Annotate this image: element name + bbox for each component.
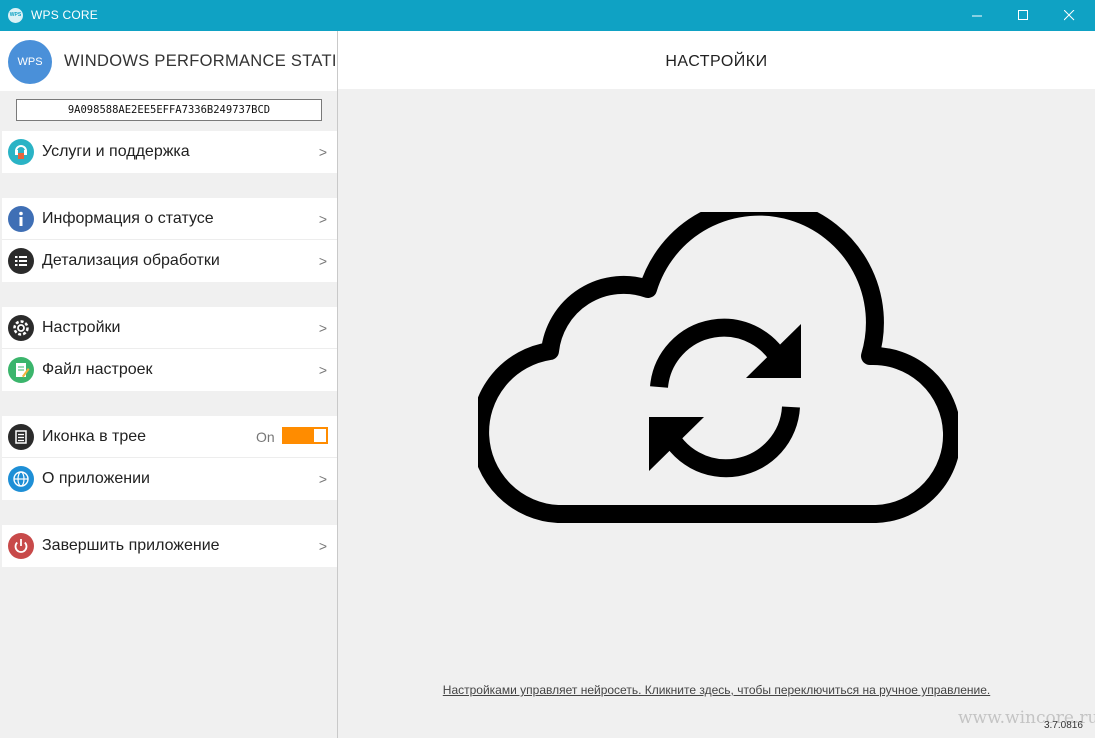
sidebar: WPS WINDOWS PERFORMANCE STATION 9A098588…: [0, 31, 362, 738]
toggle-state-label: On: [256, 429, 275, 445]
menu-group-support: Услуги и поддержка >: [2, 131, 337, 173]
chevron-right-icon: >: [318, 320, 327, 336]
brand-header: WPS WINDOWS PERFORMANCE STATION: [0, 31, 362, 91]
sidebar-item-settings[interactable]: Настройки >: [2, 307, 337, 349]
menu-group-app: Иконка в трее On О приложении >: [2, 416, 337, 500]
sidebar-item-processing-details[interactable]: Детализация обработки >: [2, 240, 337, 282]
chevron-right-icon: >: [318, 144, 327, 160]
globe-icon: [8, 466, 34, 492]
sidebar-item-status-info[interactable]: Информация о статусе >: [2, 198, 337, 240]
info-icon: [8, 206, 34, 232]
menu-group-settings: Настройки > Файл настроек >: [2, 307, 337, 391]
list-icon: [8, 248, 34, 274]
sidebar-item-label: Детализация обработки: [42, 252, 220, 269]
minimize-button[interactable]: [954, 0, 1000, 31]
menu-group-exit: Завершить приложение >: [2, 525, 337, 567]
sidebar-item-label: Завершить приложение: [42, 537, 220, 554]
sidebar-item-label: Информация о статусе: [42, 210, 214, 227]
sidebar-divider: [337, 31, 338, 738]
menu-group-status: Информация о статусе > Детализация обраб…: [2, 198, 337, 282]
chevron-right-icon: >: [318, 253, 327, 269]
chevron-right-icon: >: [318, 362, 327, 378]
sidebar-item-label: Настройки: [42, 319, 121, 336]
sidebar-item-tray-icon: Иконка в трее On: [2, 416, 337, 458]
version-label: 3.7.0816: [1044, 720, 1083, 731]
brand-name: WINDOWS PERFORMANCE STATION: [64, 52, 363, 70]
toggle-knob: [314, 429, 326, 442]
sidebar-item-exit[interactable]: Завершить приложение >: [2, 525, 337, 567]
page-title: НАСТРОЙКИ: [665, 53, 768, 70]
maximize-icon: [1018, 10, 1028, 20]
manual-control-link[interactable]: Настройками управляет нейросеть. Кликнит…: [338, 683, 1095, 697]
sidebar-item-settings-file[interactable]: Файл настроек >: [2, 349, 337, 391]
chevron-right-icon: >: [318, 211, 327, 227]
close-button[interactable]: [1046, 0, 1092, 31]
content-header: НАСТРОЙКИ: [338, 31, 1095, 89]
gear-icon: [8, 315, 34, 341]
support-icon: [8, 139, 34, 165]
window-title: WPS CORE: [31, 8, 98, 22]
title-bar: WPS WPS CORE: [0, 0, 1095, 31]
chevron-right-icon: >: [318, 471, 327, 487]
close-icon: [1064, 10, 1075, 21]
sidebar-item-about[interactable]: О приложении >: [2, 458, 337, 500]
sidebar-item-label: О приложении: [42, 470, 150, 487]
minimize-icon: [972, 15, 982, 17]
maximize-button[interactable]: [1000, 0, 1046, 31]
sidebar-item-label: Услуги и поддержка: [42, 143, 190, 160]
cloud-sync-icon: [478, 212, 958, 523]
sidebar-item-label: Файл настроек: [42, 361, 153, 378]
license-key-field[interactable]: 9A098588AE2EE5EFFA7336B249737BCD: [16, 99, 322, 121]
tray-icon: [8, 424, 34, 450]
chevron-right-icon: >: [318, 538, 327, 554]
tray-icon-toggle[interactable]: [282, 427, 328, 444]
sidebar-item-support[interactable]: Услуги и поддержка >: [2, 131, 337, 173]
power-icon: [8, 533, 34, 559]
app-icon: WPS: [8, 8, 23, 23]
sidebar-item-label: Иконка в трее: [42, 428, 147, 445]
wps-logo: WPS: [8, 40, 52, 84]
settings-file-icon: [8, 357, 34, 383]
